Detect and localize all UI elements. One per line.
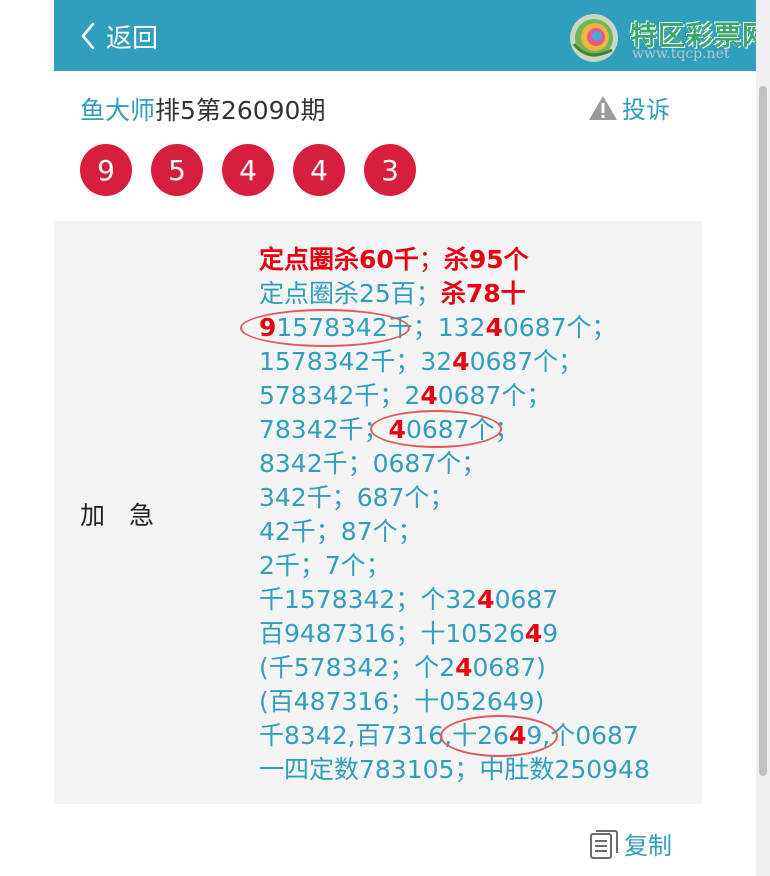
issue-title: 排5第26090期 [155, 96, 326, 125]
prediction-line: (千578342；个240687) [259, 651, 650, 685]
chevron-left-icon [81, 22, 95, 50]
line-text: 千8342,百7316,十26 [259, 721, 509, 750]
prediction-line: 78342千；40687个； [259, 413, 650, 447]
highlight-digit: 4 [485, 313, 503, 342]
line-text: 42千；87个； [259, 517, 423, 546]
left-margin [0, 0, 54, 876]
page: 返回 特区彩票网 www.tqcp.net 鱼大师排5第26090期 投诉 9 [54, 0, 769, 876]
prediction-line: 1578342千；3240687个； [259, 345, 650, 379]
number-ball: 9 [80, 144, 132, 196]
highlight-digit: 4 [420, 381, 438, 410]
back-button[interactable]: 返回 [80, 16, 158, 56]
draw-number-balls: 9 5 4 4 3 [80, 144, 435, 196]
number-ball: 5 [151, 144, 203, 196]
line-text: 定点圈杀60千 [259, 245, 419, 274]
prediction-line: 定点圈杀60千；杀95个 [259, 243, 650, 277]
highlight-digit: 4 [455, 653, 473, 682]
top-bar: 返回 特区彩票网 www.tqcp.net [54, 0, 769, 71]
line-text: 杀78十 [440, 279, 526, 308]
line-text: 0687个； [437, 381, 552, 410]
prediction-line: 8342千；0687个； [259, 447, 650, 481]
line-text: 一四定数783105；中肚数250948 [259, 755, 650, 784]
highlight-digit: 4 [388, 415, 406, 444]
number-ball: 4 [293, 144, 345, 196]
copy-button[interactable]: 复制 [588, 826, 672, 861]
prediction-line: 578342千；240687个； [259, 379, 650, 413]
prediction-line: 342千；687个； [259, 481, 650, 515]
line-text: 0687 [494, 585, 559, 614]
line-text: 千1578342；个32 [259, 585, 478, 614]
prediction-panel: 加急 定点圈杀60千；杀95个 定点圈杀25百；杀78十 91578342千；132… [54, 221, 702, 804]
highlight-digit: 4 [524, 619, 543, 648]
urgent-label: 加急 [80, 501, 179, 530]
brand-logo: 特区彩票网 www.tqcp.net [568, 10, 769, 68]
line-text: 9,个0687 [526, 721, 639, 750]
line-text: 2千；7个； [259, 551, 391, 580]
highlight-digit: 4 [508, 721, 527, 750]
prediction-line: 千1578342；个3240687 [259, 583, 650, 617]
line-text: 0687个； [469, 347, 584, 376]
number-ball: 4 [222, 144, 274, 196]
line-text: 0687个； [405, 415, 520, 444]
brand-url: www.tqcp.net [632, 46, 730, 62]
line-text: ； [418, 245, 444, 274]
line-text: 0687个； [502, 313, 617, 342]
line-text: 342千；687个； [259, 483, 455, 512]
scrollbar-thumb[interactable] [759, 86, 767, 776]
prediction-line: (百487316；十052649) [259, 685, 650, 719]
complain-button[interactable]: 投诉 [588, 90, 670, 125]
prediction-line: 定点圈杀25百；杀78十 [259, 277, 650, 311]
line-text: 9 [542, 619, 559, 648]
highlight-digit: 4 [477, 585, 495, 614]
warning-icon [589, 95, 617, 120]
line-text: 杀95个 [443, 245, 529, 274]
copy-label: 复制 [624, 832, 672, 860]
prediction-line: 千8342,百7316,十2649,个0687 [259, 719, 650, 753]
prediction-line: 42千；87个； [259, 515, 650, 549]
prediction-line: 2千；7个； [259, 549, 650, 583]
highlight-digit: 4 [452, 347, 470, 376]
line-text: (千578342；个2 [259, 653, 456, 682]
back-label: 返回 [106, 23, 159, 54]
line-text: 9) [518, 687, 545, 716]
line-text: 8342千；0687个； [259, 449, 487, 478]
prediction-line: 91578342千；13240687个； [259, 311, 650, 345]
highlight-digit: 9 [259, 313, 277, 342]
line-text: 1578342千；32 [259, 347, 453, 376]
scrollbar[interactable] [756, 0, 770, 876]
line-text: 0687) [472, 653, 546, 682]
line-text: 百9487316；十10526 [259, 619, 525, 648]
prediction-lines: 定点圈杀60千；杀95个 定点圈杀25百；杀78十 91578342千；132406… [259, 243, 650, 787]
post-title: 鱼大师排5第26090期 [80, 91, 325, 127]
brand-swirl-icon [570, 14, 618, 62]
line-text: (百487316；十05264 [259, 687, 519, 716]
line-text: 578342千；2 [259, 381, 421, 410]
line-text: 定点圈杀25百； [259, 279, 441, 308]
line-text: 1578342千；132 [276, 313, 486, 342]
number-ball: 3 [364, 144, 416, 196]
prediction-line: 百9487316；十1052649 [259, 617, 650, 651]
prediction-line: 一四定数783105；中肚数250948 [259, 753, 650, 787]
document-copy-icon [590, 829, 618, 859]
complain-label: 投诉 [622, 96, 670, 124]
line-text: 78342千； [259, 415, 389, 444]
author-link[interactable]: 鱼大师 [80, 96, 155, 125]
